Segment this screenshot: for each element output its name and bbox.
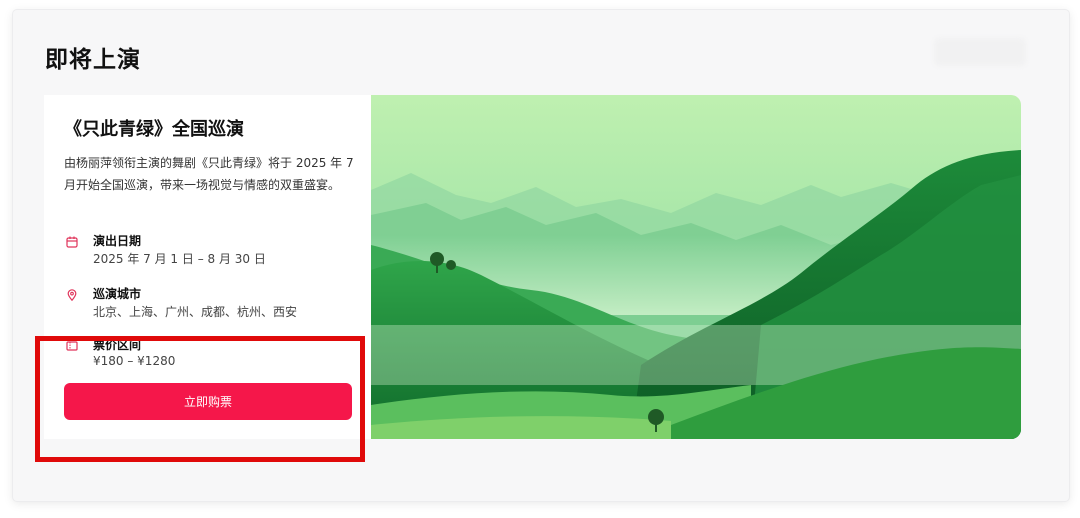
green-mountain-landscape	[371, 95, 1021, 439]
upcoming-section: 即将上演 《只此青绿》全国巡演 由杨丽萍领衔主演的舞剧《只此青绿》将于 2025…	[13, 10, 1069, 501]
event-cities-value: 北京、上海、广州、成都、杭州、西安	[93, 305, 298, 319]
ticket-icon	[66, 341, 78, 351]
calendar-icon	[66, 236, 78, 248]
event-cities-label: 巡演城市	[93, 287, 142, 301]
event-description: 由杨丽萍领衔主演的舞剧《只此青绿》将于 2025 年 7 月开始全国巡演，带来一…	[64, 156, 354, 192]
event-price-value: ¥180 – ¥1280	[93, 354, 176, 368]
event-price-label: 票价区间	[93, 338, 142, 352]
page-title: 即将上演	[45, 47, 141, 73]
buy-ticket-button[interactable]: 立即购票	[64, 383, 352, 420]
event-title: 《只此青绿》全国巡演	[64, 119, 244, 140]
location-pin-icon	[67, 289, 77, 301]
event-poster-image	[371, 95, 1021, 439]
event-date-label: 演出日期	[93, 234, 142, 248]
event-date-value: 2025 年 7 月 1 日 – 8 月 30 日	[93, 252, 266, 266]
more-button[interactable]	[934, 38, 1026, 66]
event-info-card: 《只此青绿》全国巡演 由杨丽萍领衔主演的舞剧《只此青绿》将于 2025 年 7 …	[44, 95, 371, 439]
